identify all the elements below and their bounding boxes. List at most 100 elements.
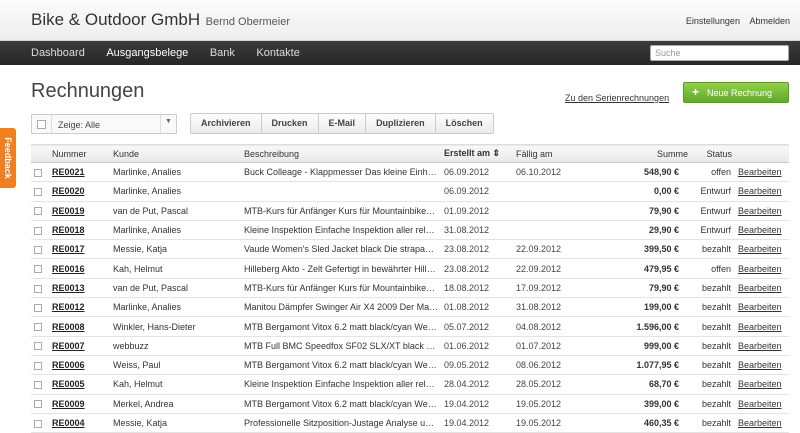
table-row[interactable]: RE0017 Messie, Katja Vaude Women's Sled Ja… [31,240,789,259]
invoice-sum: 1.077,95 € [636,360,679,371]
edit-link[interactable]: Bearbeiten [735,278,789,297]
archive-button[interactable]: Archivieren [191,114,262,133]
delete-button[interactable]: Löschen [436,114,493,133]
invoice-number-link[interactable]: RE0004 [49,413,110,432]
nav-item-dashboard[interactable]: Dashboard [31,47,85,59]
invoice-number-link[interactable]: RE0018 [49,220,110,239]
row-checkbox-cell [31,201,49,220]
serienrechnungen-link[interactable]: Zu den Serienrechnungen [565,93,669,103]
row-checkbox[interactable] [34,400,42,409]
row-checkbox[interactable] [34,381,42,390]
invoice-number-link[interactable]: RE0019 [49,201,110,220]
invoice-number-link[interactable]: RE0007 [49,336,110,355]
table-row[interactable]: RE0008 Winkler, Hans-Dieter MTB Bergamont … [31,317,789,337]
edit-link[interactable]: Bearbeiten [735,394,789,413]
edit-link[interactable]: Bearbeiten [735,298,789,317]
invoice-description: Manitou Dämpfer Swinger Air X4 2009 Der … [244,302,439,313]
row-checkbox[interactable] [34,207,42,216]
table-row[interactable]: RE0016 Kah, Helmut Hilleberg Akto - Zelt G… [31,259,789,279]
row-checkbox[interactable] [34,245,42,254]
table-row[interactable]: RE0007 webbuzz MTB Full BMC Speedfox SF02 … [31,336,789,356]
due-date: 22.09.2012 [516,263,562,274]
table-row[interactable]: RE0009 Merkel, Andrea MTB Bergamont Vitox … [31,394,789,414]
edit-link[interactable]: Bearbeiten [735,317,789,336]
logout-link[interactable]: Abmelden [749,16,790,26]
invoice-number-link[interactable]: RE0017 [49,240,110,259]
created-date: 01.09.2012 [444,205,490,216]
edit-link[interactable]: Bearbeiten [735,355,789,374]
table-row[interactable]: RE0020 Marlinke, Analies 06.09.2012 0,00 € E… [31,182,789,202]
edit-link[interactable]: Bearbeiten [735,240,789,259]
settings-link[interactable]: Einstellungen [686,16,740,26]
column-header-summe[interactable]: Summe [613,145,691,163]
new-invoice-button[interactable]: + Neue Rechnung [683,82,789,103]
table-row[interactable]: RE0005 Kah, Helmut Kleine Inspektion Einfa… [31,375,789,395]
column-header-kunde[interactable]: Kunde [110,145,241,163]
invoice-number-link[interactable]: RE0009 [49,394,110,413]
select-all-checkbox[interactable] [37,120,46,129]
main-nav: Dashboard Ausgangsbelege Bank Kontakte [0,41,800,65]
invoice-sum: 460,35 € [643,418,679,428]
top-links: Einstellungen Abmelden [679,16,790,26]
invoice-number-link[interactable]: RE0006 [49,355,110,374]
invoice-number-link[interactable]: RE0016 [49,259,110,278]
invoice-number-link[interactable]: RE0008 [49,317,110,336]
filter-select[interactable]: Zeige: Alle ▼ [31,114,177,134]
column-header-erstellt[interactable]: Erstellt am ⇕ [441,145,513,163]
table-row[interactable]: RE0019 van de Put, Pascal MTB-Kurs für Anf… [31,201,789,221]
edit-link[interactable]: Bearbeiten [735,220,789,239]
row-checkbox[interactable] [34,168,42,177]
edit-link[interactable]: Bearbeiten [735,201,789,220]
invoice-number-link[interactable]: RE0020 [49,182,110,201]
row-checkbox[interactable] [34,265,42,274]
due-date: 19.05.2012 [516,418,562,428]
print-button[interactable]: Drucken [262,114,319,133]
feedback-tab[interactable]: Feedback [0,128,16,188]
row-checkbox[interactable] [34,361,42,370]
row-checkbox[interactable] [34,188,42,197]
row-checkbox[interactable] [34,284,42,293]
edit-link[interactable]: Bearbeiten [735,182,789,201]
table-row[interactable]: RE0021 Marlinke, Analies Buck Colleage - K… [31,163,789,182]
edit-link[interactable]: Bearbeiten [735,259,789,278]
edit-link[interactable]: Bearbeiten [735,336,789,355]
sort-icon: ⇕ [492,148,501,158]
table-row[interactable]: RE0004 Messie, Katja Professionelle Sitzpo… [31,413,789,433]
table-row[interactable]: RE0006 Weiss, Paul MTB Bergamont Vitox 6.2… [31,355,789,375]
nav-item-bank[interactable]: Bank [210,47,235,59]
status-text: bezahlt [701,321,731,332]
nav-item-kontakte[interactable]: Kontakte [256,47,299,59]
table-row[interactable]: RE0018 Marlinke, Analies Kleine Inspektion… [31,220,789,240]
row-checkbox[interactable] [34,226,42,235]
column-header-faellig[interactable]: Fällig am [513,145,613,163]
email-button[interactable]: E-Mail [319,114,367,133]
edit-link[interactable]: Bearbeiten [735,163,789,182]
table-row[interactable]: RE0013 van de Put, Pascal MTB-Kurs für Anf… [31,278,789,298]
search-input[interactable] [650,45,789,61]
row-checkbox[interactable] [34,342,42,351]
row-checkbox-cell [31,278,49,297]
nav-item-ausgangsbelege[interactable]: Ausgangsbelege [106,47,188,59]
invoice-description: MTB Bergamont Vitox 6.2 matt black/cyan … [244,398,437,409]
invoice-number-link[interactable]: RE0021 [49,163,110,182]
row-checkbox[interactable] [34,323,42,332]
row-checkbox-cell [31,298,49,317]
row-checkbox[interactable] [34,303,42,312]
table-row[interactable]: RE0012 Marlinke, Analies Manitou Dämpfer S… [31,298,789,317]
column-header-beschreibung[interactable]: Beschreibung [241,145,441,163]
column-header-status[interactable]: Status [691,145,735,163]
row-checkbox[interactable] [34,419,42,428]
duplicate-button[interactable]: Duplizieren [366,114,436,133]
invoice-description: Hilleberg Akto - Zelt Gefertigt in bewäh… [244,263,436,274]
customer-name: webbuzz [113,340,149,351]
invoice-number-link[interactable]: RE0013 [49,278,110,297]
invoice-number-link[interactable]: RE0005 [49,375,110,394]
row-checkbox-cell [31,182,49,201]
column-header-nummer[interactable]: Nummer [49,145,110,163]
invoice-number-link[interactable]: RE0012 [49,298,110,317]
edit-link[interactable]: Bearbeiten [735,375,789,394]
due-date [513,201,613,220]
edit-link[interactable]: Bearbeiten [735,413,789,432]
row-checkbox-cell [31,355,49,374]
dropdown-toggle[interactable]: ▼ [160,115,176,133]
